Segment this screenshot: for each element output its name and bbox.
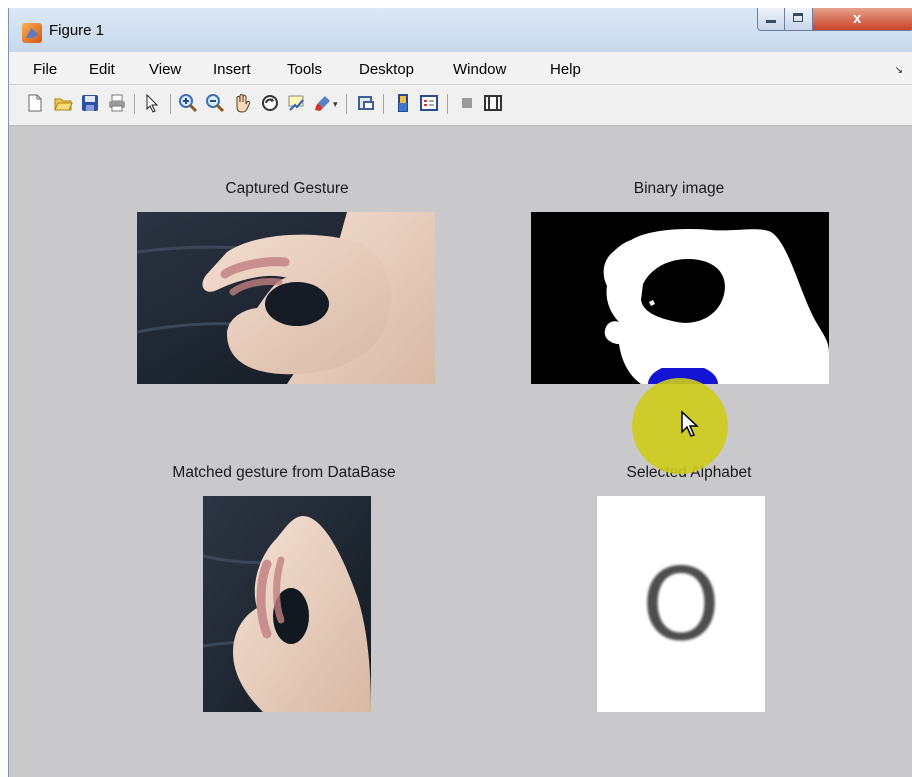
minimize-button[interactable] [757,8,785,31]
menu-overflow-icon[interactable]: ↘ [895,65,903,76]
maximize-button[interactable] [784,8,813,31]
toolbar: ▾ [9,85,912,126]
matlab-icon [22,23,42,43]
toolbar-separator [346,94,347,114]
new-figure-icon[interactable] [25,93,45,113]
zoom-in-icon[interactable] [178,93,198,113]
selected-alphabet-image: O [597,496,765,712]
toolbar-separator [383,94,384,114]
binary-image [531,212,829,384]
menu-bar: File Edit View Insert Tools Desktop Wind… [9,52,912,85]
close-button[interactable]: x [812,8,912,31]
mouse-cursor-icon [681,410,699,437]
menu-file[interactable]: File [33,61,57,78]
pointer-icon[interactable] [142,93,162,113]
menu-view[interactable]: View [149,61,181,78]
rotate-3d-icon[interactable] [260,93,280,113]
pan-hand-icon[interactable] [232,93,252,113]
menu-desktop[interactable]: Desktop [359,61,414,78]
menu-tools[interactable]: Tools [287,61,322,78]
close-icon: x [853,10,862,27]
matched-gesture-image [203,496,371,712]
show-plot-tools-icon[interactable] [483,93,503,113]
menu-edit[interactable]: Edit [89,61,115,78]
binary-image-title: Binary image [633,180,725,197]
link-plot-icon[interactable] [356,93,376,113]
alphabet-letter: O [641,545,721,663]
captured-gesture-image [137,212,435,384]
captured-gesture-title: Captured Gesture [225,180,349,197]
toolbar-separator [447,94,448,114]
menu-window[interactable]: Window [453,61,506,78]
colorbar-icon[interactable] [393,93,413,113]
toolbar-separator [170,94,171,114]
window-title: Figure 1 [49,22,105,39]
toolbar-separator [134,94,135,114]
brush-icon[interactable] [313,93,333,113]
brush-dropdown-icon[interactable]: ▾ [333,99,338,110]
hide-plot-tools-icon[interactable] [457,93,477,113]
menu-help[interactable]: Help [550,61,581,78]
legend-icon[interactable] [419,93,439,113]
figure-window: Figure 1 x File Edit View Insert Tools D… [8,8,912,777]
save-icon[interactable] [80,93,100,113]
print-icon[interactable] [107,93,127,113]
matched-gesture-title: Matched gesture from DataBase [172,464,396,481]
data-cursor-icon[interactable] [286,93,306,113]
title-bar: Figure 1 x [9,8,912,52]
menu-insert[interactable]: Insert [213,61,251,78]
zoom-out-icon[interactable] [205,93,225,113]
open-file-icon[interactable] [53,93,73,113]
